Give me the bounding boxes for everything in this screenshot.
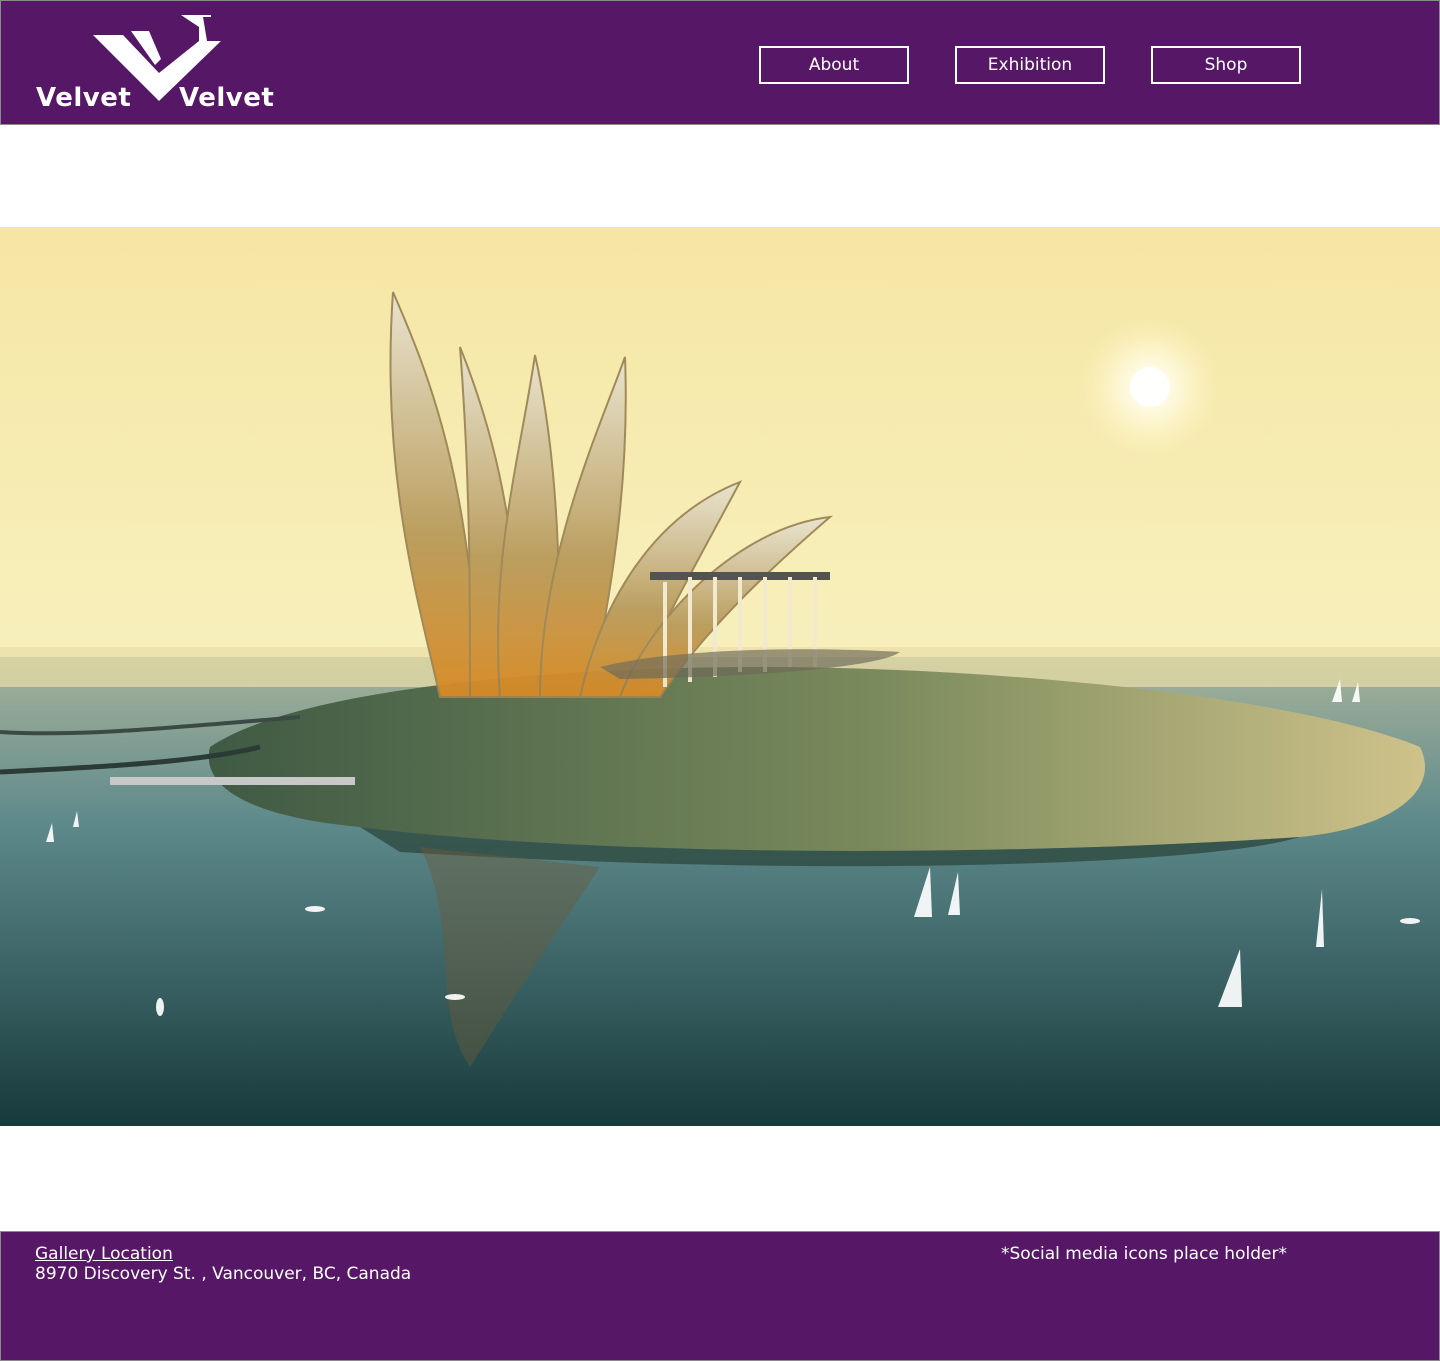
nav-shop-button[interactable]: Shop (1151, 46, 1301, 84)
nav-exhibition-button[interactable]: Exhibition (955, 46, 1105, 84)
gallery-address: 8970 Discovery St. , Vancouver, BC, Cana… (35, 1264, 412, 1284)
social-icons-placeholder: *Social media icons place holder* (1001, 1244, 1287, 1264)
nav-about-button[interactable]: About (759, 46, 909, 84)
logo-word-left: Velvet (36, 83, 132, 113)
site-logo[interactable]: Velvet Velvet (31, 11, 281, 119)
hero-image (0, 227, 1440, 1126)
hero-illustration (0, 227, 1440, 1126)
site-footer: Gallery Location 8970 Discovery St. , Va… (0, 1231, 1440, 1361)
site-header: Velvet Velvet About Exhibition Shop (0, 0, 1440, 125)
logo-word-right: Velvet (179, 83, 275, 113)
gallery-location-link[interactable]: Gallery Location (35, 1244, 173, 1264)
